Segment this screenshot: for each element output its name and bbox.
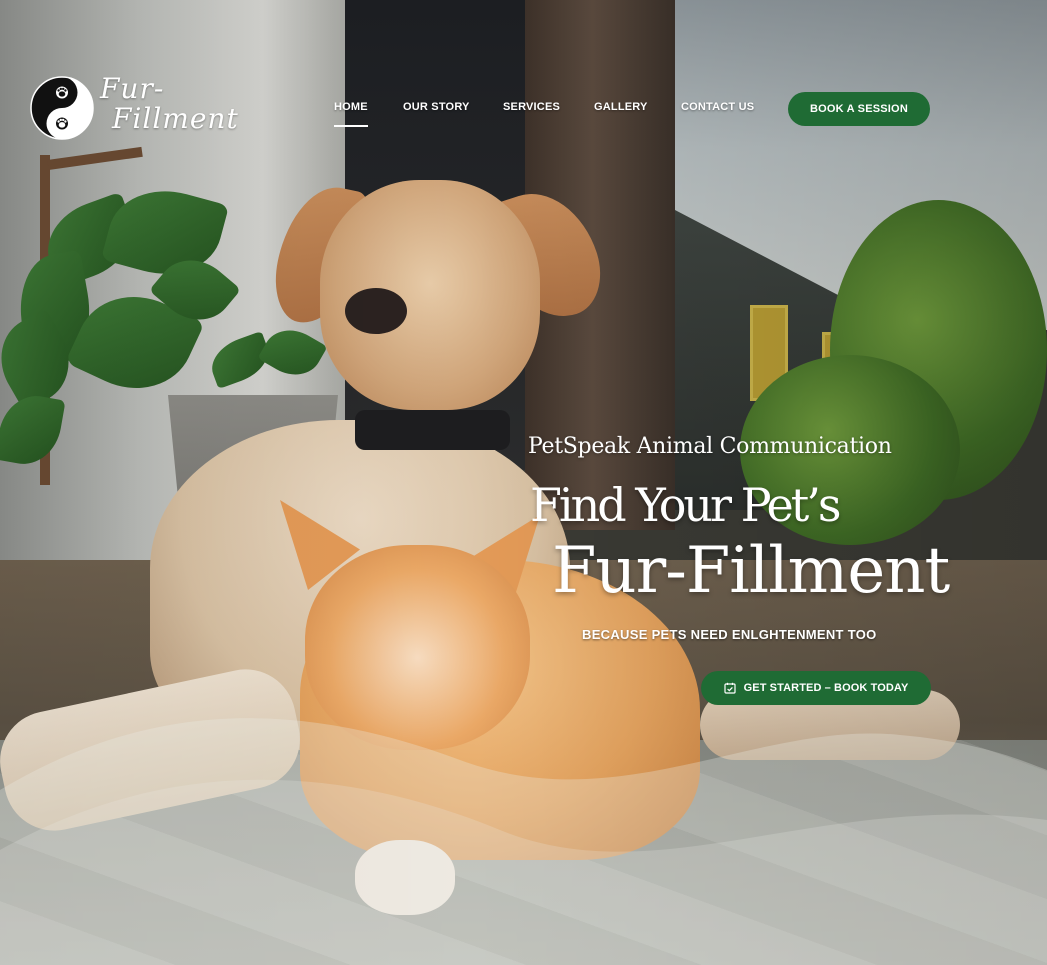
nav-gallery[interactable]: GALLERY: [594, 101, 648, 113]
logo-line-2: Fillment: [112, 102, 239, 135]
nav-our-story[interactable]: OUR STORY: [403, 101, 470, 113]
nav-home[interactable]: HOME: [334, 101, 368, 127]
hero-background-photo: [0, 0, 1047, 965]
hero-headline-line-2: Fur-Fillment: [552, 534, 950, 608]
hero-eyebrow: PetSpeak Animal Communication: [528, 434, 892, 459]
get-started-label: GET STARTED – BOOK TODAY: [743, 682, 909, 694]
hero-headline-line-1: Find Your Pet’s: [530, 478, 841, 532]
nav-services[interactable]: SERVICES: [503, 101, 560, 113]
logo-wordmark: Fur- Fillment: [100, 74, 239, 134]
nav-contact-us[interactable]: CONTACT US: [681, 101, 754, 113]
yin-yang-paw-icon: [30, 76, 94, 140]
site-logo[interactable]: Fur- Fillment: [30, 72, 238, 144]
calendar-check-icon: [724, 682, 736, 694]
photo-shade: [0, 0, 1047, 965]
get-started-button[interactable]: GET STARTED – BOOK TODAY: [701, 671, 931, 705]
logo-line-1: Fur-: [100, 72, 165, 105]
hero-tagline: BECAUSE PETS NEED ENLGHTENMENT TOO: [582, 627, 877, 642]
page: Fur- Fillment HOME OUR STORY SERVICES GA…: [0, 0, 1047, 965]
book-a-session-button[interactable]: BOOK A SESSION: [788, 92, 930, 126]
